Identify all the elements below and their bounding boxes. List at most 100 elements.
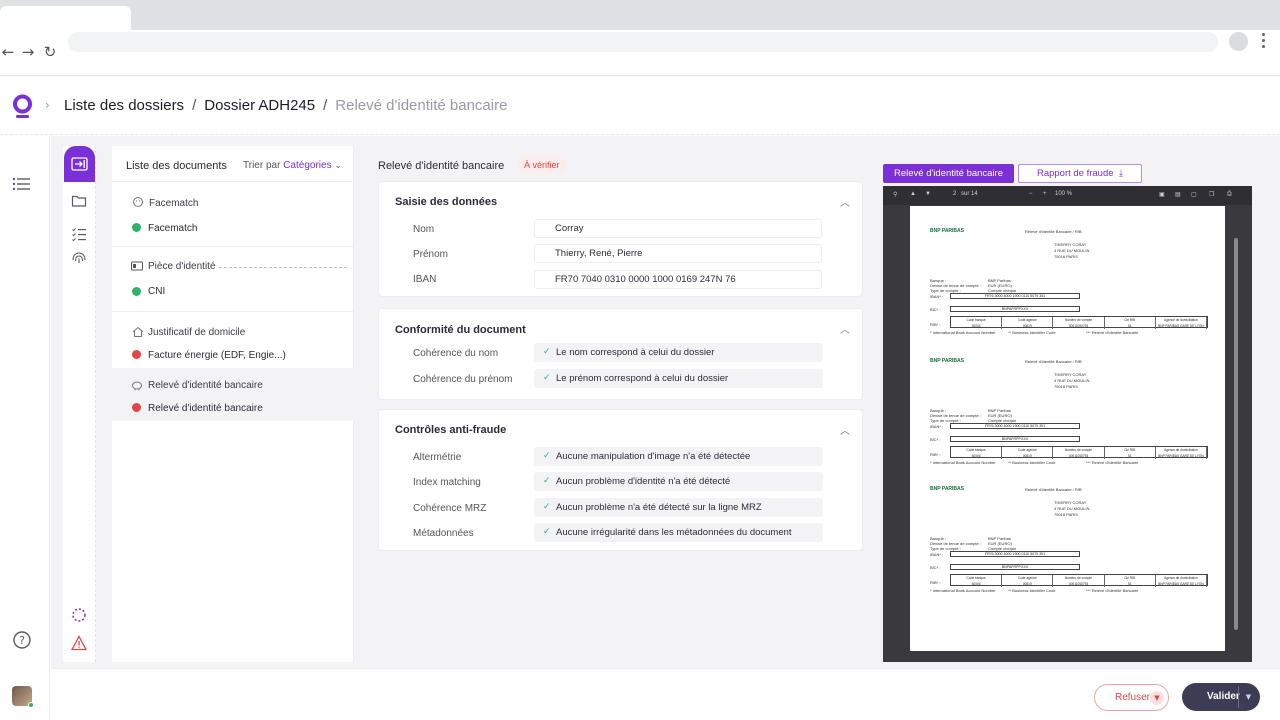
- arrow-down-icon[interactable]: ▼: [925, 191, 931, 197]
- viewer-scrollbar[interactable]: [1234, 238, 1238, 630]
- sort-prefix: Trier par: [243, 160, 281, 171]
- fit-icon[interactable]: ▣: [1159, 191, 1165, 198]
- chevron-up-icon[interactable]: ︿: [840, 422, 850, 437]
- doc-item-facture[interactable]: Facture énergie (EDF, Engie...): [148, 350, 286, 361]
- nom-field[interactable]: Corray: [534, 219, 822, 238]
- breadcrumb-item-dossiers[interactable]: Liste des dossiers: [64, 97, 184, 114]
- rib-table: Code banque Code agence Numéro de compte Cl…: [950, 574, 1208, 587]
- chevron-down-icon[interactable]: ▼: [1150, 691, 1164, 705]
- prenom-field[interactable]: Thierry, René, Pierre: [534, 244, 822, 263]
- list-icon[interactable]: [12, 174, 32, 194]
- iban-field[interactable]: FR70 7040 0310 0000 1000 0169 247N 76: [534, 270, 822, 289]
- save-icon[interactable]: ▤: [1175, 191, 1181, 198]
- status-dot-green: [132, 223, 141, 232]
- footnote: * International Bank Account Number: [930, 588, 996, 593]
- app-logo-icon[interactable]: [12, 94, 33, 120]
- rib-table: Code banque Code agence Numéro de compte Cl…: [950, 316, 1208, 329]
- back-icon[interactable]: ←: [0, 42, 16, 62]
- rib-table-cell: 30004: [951, 453, 1003, 459]
- breadcrumb-separator: /: [192, 97, 197, 114]
- document-viewer: ⚲ ▲ ▼ 2 sur 14 − + 100 % ▣ ▤ ▢ ❐ ⎙ BNP P…: [883, 186, 1252, 662]
- zoom-out-icon[interactable]: −: [1029, 191, 1033, 197]
- doc-item-cni[interactable]: CNI: [148, 286, 165, 297]
- folder-icon[interactable]: [71, 193, 87, 209]
- group-title-domicile: Justificatif de domicile: [148, 327, 246, 338]
- chevron-up-icon[interactable]: ︿: [840, 321, 850, 336]
- card-title: Saisie des données: [395, 196, 498, 208]
- check-text: Aucun problème n'a été détecté sur la li…: [556, 502, 762, 513]
- tab-rib-preview[interactable]: Relevé d'identité bancaire: [883, 164, 1014, 183]
- check-label: Métadonnées: [413, 528, 474, 539]
- check-result: ✓ Aucun problème n'a été détecté sur la l…: [534, 498, 823, 517]
- tab-fraud-report[interactable]: Rapport de fraude ⤓: [1018, 164, 1142, 183]
- page-number[interactable]: 2: [953, 191, 956, 197]
- arrow-up-icon[interactable]: ▲: [910, 191, 916, 197]
- address-bar[interactable]: [68, 32, 1218, 52]
- doc-item-facematch[interactable]: Facematch: [148, 223, 197, 234]
- sort-dropdown[interactable]: Trier par Catégories ⌄: [243, 160, 342, 171]
- search-icon[interactable]: ⚲: [893, 191, 897, 198]
- chevron-down-icon[interactable]: ▼: [1238, 686, 1258, 708]
- footnote: *** Relevé d'Identité Bancaire: [1086, 330, 1139, 335]
- rib-table-cell: 00011050793: [1053, 581, 1105, 587]
- id-card-icon: [131, 261, 143, 271]
- check-result: ✓ Aucune manipulation d'image n'a été dét…: [534, 447, 823, 466]
- fingerprint-icon[interactable]: [71, 250, 87, 266]
- holder-line: 75016 PARIS: [1054, 254, 1078, 259]
- panel-divider: [112, 181, 354, 182]
- forward-icon[interactable]: →: [20, 42, 36, 62]
- file-icon[interactable]: ▢: [1191, 191, 1197, 198]
- browser-menu-icon[interactable]: [1262, 33, 1266, 49]
- copy-icon[interactable]: ❐: [1209, 191, 1214, 198]
- rib-table-cell: 30004: [951, 323, 1003, 329]
- tool-strip: [63, 146, 96, 662]
- breadcrumb-item-dossier[interactable]: Dossier ADH245: [204, 97, 315, 114]
- rib-table-cell: 00819: [1002, 323, 1054, 329]
- check-icon: ✓: [543, 347, 551, 357]
- check-result: ✓ Aucun problème d'identité n'a été détec…: [534, 472, 823, 491]
- breadcrumb-separator: /: [323, 97, 328, 114]
- bic-label: BIC* :: [930, 307, 941, 312]
- help-icon[interactable]: ?: [12, 630, 32, 650]
- warning-icon[interactable]: [71, 635, 87, 651]
- rib-table-cell: BNP PARIBAS GARE DE LYON: [1156, 453, 1208, 459]
- holder-line: 75016 PARIS: [1054, 512, 1078, 517]
- bic-box: BNPAFRPPXXX: [950, 306, 1080, 312]
- data-entry-card: Saisie des données ︿ Nom Corray Prénom T…: [378, 181, 863, 297]
- group-title-facematch: Facematch: [149, 198, 199, 209]
- zoom-level[interactable]: 100 %: [1055, 191, 1072, 197]
- open-panel-icon: [71, 157, 88, 171]
- check-text: Aucun problème d'identité n'a été détect…: [556, 476, 731, 487]
- bank-logo: BNP PARIBAS: [930, 358, 964, 364]
- checklist-icon[interactable]: [71, 226, 87, 242]
- check-icon: ✓: [543, 451, 551, 461]
- reload-icon[interactable]: ↻: [42, 42, 58, 62]
- rib-table-row: 30004 00819 00011050793 51 BNP PARIBAS GARE …: [951, 323, 1208, 329]
- bic-box: BNPAFRPPXXX: [950, 564, 1080, 570]
- status-dot-red: [132, 350, 141, 359]
- refuse-button[interactable]: Refuser ▼: [1094, 684, 1169, 711]
- check-label: Cohérence du prénom: [413, 374, 513, 385]
- doc-item-rib[interactable]: Relevé d'identité bancaire: [148, 403, 263, 414]
- piggy-bank-icon: [131, 381, 142, 391]
- browser-tab[interactable]: [0, 6, 131, 30]
- documents-panel: Liste des documents Trier par Catégories…: [112, 146, 354, 662]
- tab-fraud-label: Rapport de fraude: [1036, 168, 1114, 179]
- profile-icon[interactable]: [1229, 32, 1248, 51]
- validate-button[interactable]: Valider ▼: [1182, 683, 1260, 711]
- status-dot-green: [132, 287, 141, 296]
- rib-table-cell: 30004: [951, 581, 1003, 587]
- check-text: Le nom correspond à celui du dossier: [556, 347, 715, 358]
- status-badge: À vérifier: [517, 157, 567, 173]
- chevron-up-icon[interactable]: ︿: [840, 194, 850, 209]
- print-icon[interactable]: ⎙: [1227, 191, 1232, 198]
- tool-active-tab[interactable]: [64, 146, 95, 182]
- check-text: Aucune irrégularité dans les métadonnées…: [556, 527, 792, 538]
- rib-table-row: 30004 00819 00011050793 51 BNP PARIBAS GARE …: [951, 453, 1208, 459]
- iban-box: FR76 3000 4000 1900 0110 5079 351: [950, 551, 1080, 557]
- holder-line: 75016 PARIS: [1054, 384, 1078, 389]
- field-label-iban: IBAN: [413, 274, 437, 285]
- zoom-in-icon[interactable]: +: [1043, 191, 1047, 197]
- footnote: *** Relevé d'Identité Bancaire: [1086, 588, 1139, 593]
- footnote: ** Business Identifier Code: [1008, 330, 1056, 335]
